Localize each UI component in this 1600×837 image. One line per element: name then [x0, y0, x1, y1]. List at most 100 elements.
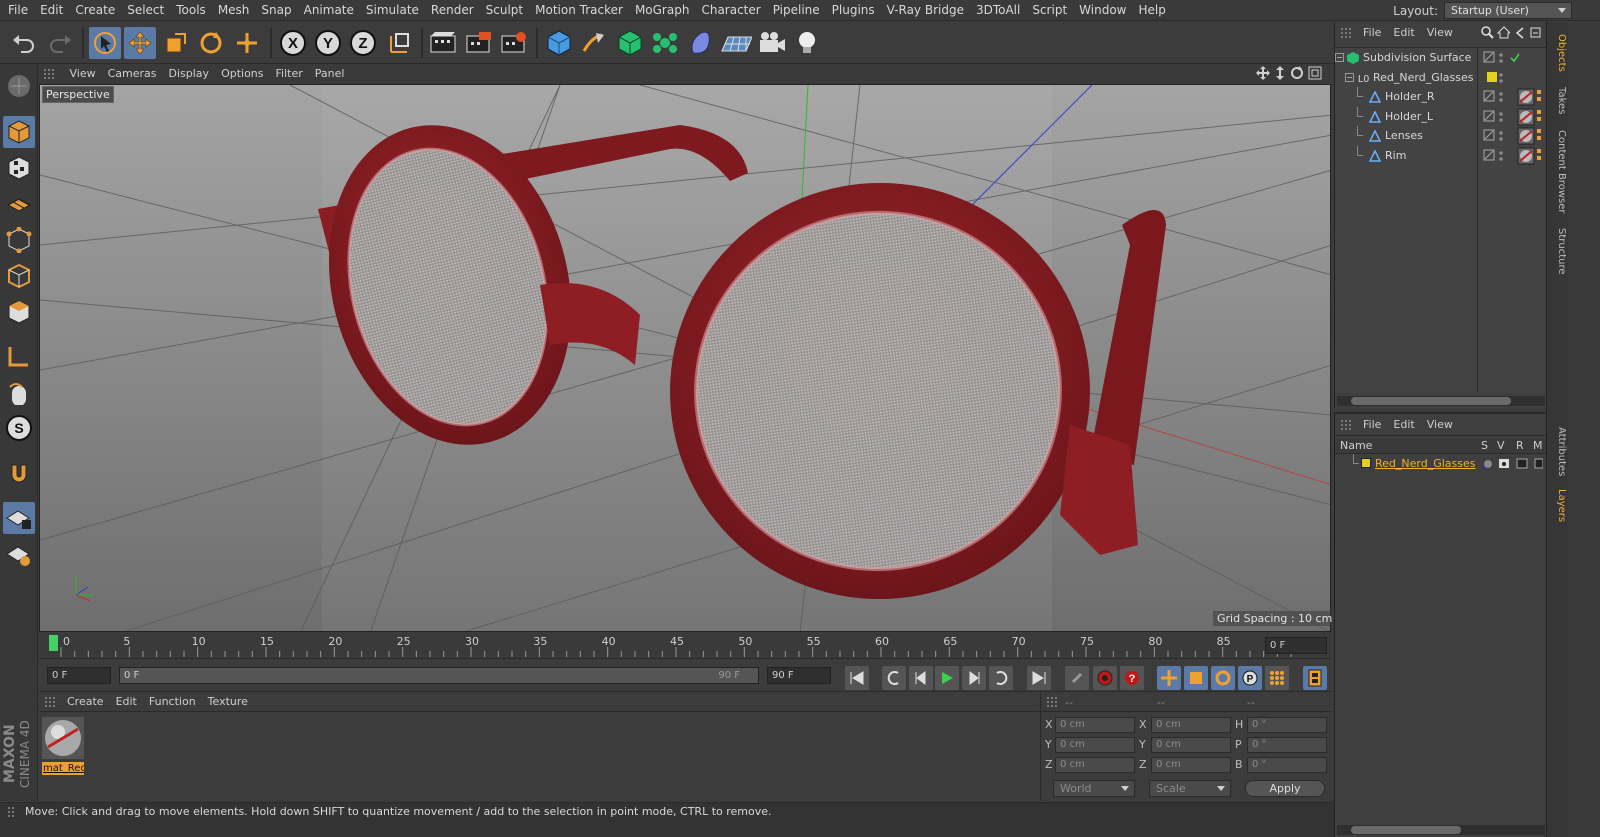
material-menu-edit[interactable]: Edit: [110, 692, 143, 712]
layer-menu-view[interactable]: View: [1421, 414, 1459, 436]
object-menu-edit[interactable]: Edit: [1387, 22, 1420, 44]
viewport-menu-display[interactable]: Display: [163, 64, 216, 84]
next-frame-button[interactable]: [962, 666, 986, 690]
material-menu-function[interactable]: Function: [143, 692, 202, 712]
light-button[interactable]: [791, 27, 823, 59]
menu-mograph[interactable]: MoGraph: [629, 0, 696, 21]
layer-color-swatch[interactable]: [1361, 458, 1371, 468]
layer-horizontal-scrollbar[interactable]: [1337, 825, 1545, 835]
menu-edit[interactable]: Edit: [34, 0, 69, 21]
make-editable-button[interactable]: [3, 70, 35, 102]
render-view-button[interactable]: [427, 27, 459, 59]
viewport-camera-label[interactable]: Perspective: [42, 86, 114, 103]
menu-help[interactable]: Help: [1132, 0, 1171, 21]
object-row-red-nerd-glasses[interactable]: − L0 Red_Nerd_Glasses: [1335, 68, 1547, 88]
prev-key-button[interactable]: [882, 666, 906, 690]
object-row-lenses[interactable]: Lenses: [1335, 126, 1547, 146]
menu-select[interactable]: Select: [121, 0, 170, 21]
viewport-menu-cameras[interactable]: Cameras: [102, 64, 163, 84]
key-pla-button[interactable]: [1265, 666, 1289, 690]
edges-mode-button[interactable]: [3, 260, 35, 292]
menu-file[interactable]: File: [2, 0, 34, 21]
coord-field-size-x[interactable]: 0 cm: [1151, 717, 1231, 733]
menu-sculpt[interactable]: Sculpt: [480, 0, 529, 21]
menu-render[interactable]: Render: [425, 0, 480, 21]
start-frame-field[interactable]: 0 F: [47, 667, 111, 684]
coord-field-rot-h[interactable]: 0 °: [1247, 717, 1327, 733]
scale-tool-button[interactable]: [160, 27, 192, 59]
prev-frame-button[interactable]: [909, 666, 933, 690]
new-view-icon[interactable]: [1529, 26, 1542, 39]
back-arrow-icon[interactable]: [1513, 26, 1526, 39]
points-mode-button[interactable]: [3, 224, 35, 256]
search-icon[interactable]: [1481, 26, 1494, 39]
tab-attributes[interactable]: Attributes: [1549, 422, 1567, 482]
object-row-holder-l[interactable]: Holder_L: [1335, 106, 1547, 127]
timeline-ruler[interactable]: 051015202530354045505560657075808590 0 F: [39, 633, 1331, 658]
coord-field-rot-p[interactable]: 0 °: [1247, 737, 1327, 753]
material-menu-create[interactable]: Create: [61, 692, 110, 712]
coord-field-pos-y[interactable]: 0 cm: [1055, 737, 1135, 753]
home-icon[interactable]: [1497, 26, 1510, 39]
tab-takes[interactable]: Takes: [1549, 82, 1567, 120]
object-row-rim[interactable]: Rim: [1335, 145, 1547, 166]
floor-button[interactable]: [720, 27, 752, 59]
menu-animate[interactable]: Animate: [298, 0, 360, 21]
coordinate-space-dropdown[interactable]: World: [1053, 780, 1135, 797]
viewport-menu-filter[interactable]: Filter: [270, 64, 309, 84]
material-tag-icon[interactable]: [1517, 147, 1543, 172]
timeline-window-button[interactable]: [1303, 666, 1327, 690]
viewport-menu-options[interactable]: Options: [215, 64, 269, 84]
coordinate-system-button[interactable]: [384, 27, 416, 59]
current-frame-marker[interactable]: [49, 635, 58, 651]
coord-field-size-z[interactable]: 0 cm: [1151, 757, 1231, 773]
coord-field-rot-b[interactable]: 0 °: [1247, 757, 1327, 773]
key-parameter-button[interactable]: P: [1238, 666, 1262, 690]
layer-row[interactable]: Red_Nerd_Glasses: [1335, 454, 1547, 473]
layer-toggle-icons[interactable]: [1483, 457, 1543, 471]
cube-primitive-button[interactable]: [543, 27, 575, 59]
rotate-tool-button[interactable]: [195, 27, 227, 59]
object-row-holder-r[interactable]: Holder_R: [1335, 87, 1547, 107]
perspective-viewport[interactable]: [39, 84, 1331, 632]
menu-mesh[interactable]: Mesh: [212, 0, 256, 21]
menu-script[interactable]: Script: [1026, 0, 1073, 21]
menu-window[interactable]: Window: [1073, 0, 1132, 21]
record-keys-button[interactable]: [1065, 666, 1089, 690]
y-axis-button[interactable]: Y: [312, 27, 344, 59]
current-frame-field[interactable]: 0 F: [1265, 637, 1327, 654]
model-mode-button[interactable]: [3, 116, 35, 148]
menu-plugins[interactable]: Plugins: [826, 0, 881, 21]
axis-mode-button[interactable]: [3, 340, 35, 372]
menu-tools[interactable]: Tools: [170, 0, 212, 21]
z-axis-button[interactable]: Z: [347, 27, 379, 59]
viewport-menu-panel[interactable]: Panel: [309, 64, 351, 84]
enable-snap-button[interactable]: [3, 458, 35, 490]
render-settings-button[interactable]: [498, 27, 530, 59]
key-scale-button[interactable]: [1184, 666, 1208, 690]
menu-v-ray-bridge[interactable]: V-Ray Bridge: [881, 0, 970, 21]
menu-simulate[interactable]: Simulate: [360, 0, 425, 21]
tree-expander-icon[interactable]: −: [1335, 53, 1344, 62]
keyframe-selection-button[interactable]: ?: [1120, 666, 1144, 690]
layout-dropdown[interactable]: Startup (User): [1444, 2, 1572, 19]
workplane-mode-button[interactable]: [3, 188, 35, 220]
x-axis-button[interactable]: X: [277, 27, 309, 59]
cloner-button[interactable]: [649, 27, 681, 59]
apply-button[interactable]: Apply: [1245, 780, 1325, 797]
object-menu-view[interactable]: View: [1421, 22, 1459, 44]
deformer-button[interactable]: [685, 27, 717, 59]
layer-menu-file[interactable]: File: [1357, 414, 1387, 436]
texture-mode-button[interactable]: [3, 152, 35, 184]
play-button[interactable]: [935, 666, 959, 690]
tree-expander-icon[interactable]: −: [1345, 72, 1354, 82]
layer-menu-edit[interactable]: Edit: [1387, 414, 1420, 436]
menu-motion-tracker[interactable]: Motion Tracker: [529, 0, 629, 21]
undo-button[interactable]: [8, 27, 40, 59]
tab-layers[interactable]: Layers: [1549, 484, 1567, 528]
camera-button[interactable]: [756, 27, 788, 59]
menu-3dtoall[interactable]: 3DToAll: [970, 0, 1026, 21]
goto-end-button[interactable]: [1027, 666, 1051, 690]
tab-objects[interactable]: Objects: [1549, 28, 1567, 78]
pan-view-icon[interactable]: [1256, 66, 1270, 80]
